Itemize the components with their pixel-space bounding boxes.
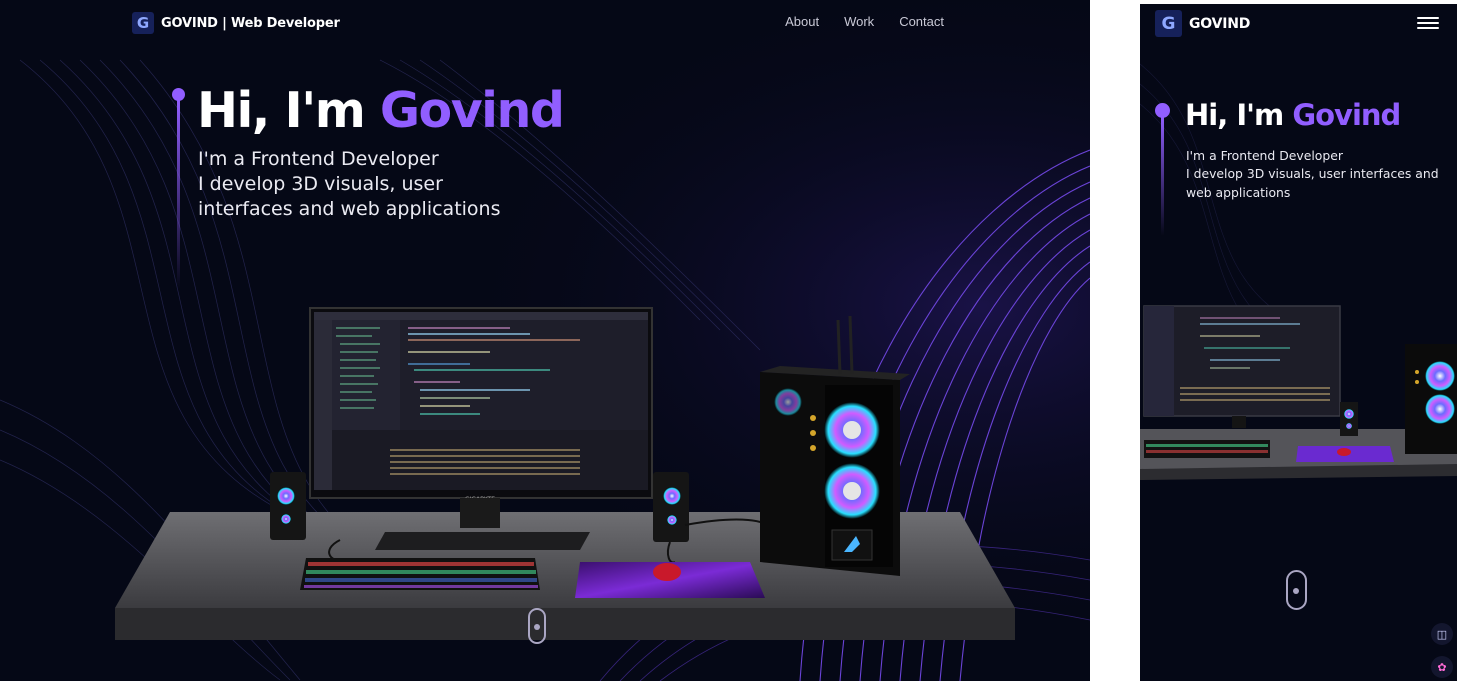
navbar: G GOVIND | Web Developer About Work Cont… xyxy=(0,0,1090,46)
hero-subtitle: I'm a Frontend Developer I develop 3D vi… xyxy=(1186,147,1439,202)
computer-desk-3d-scene[interactable] xyxy=(1140,304,1457,484)
brand-logo-link[interactable]: G GOVIND xyxy=(1155,10,1250,37)
timeline-bar xyxy=(177,99,180,289)
nav-link-contact[interactable]: Contact xyxy=(899,14,944,29)
computer-desk-3d-scene[interactable]: GIGABYTE xyxy=(110,300,1020,645)
hero-line: I'm a Frontend Developer xyxy=(1186,148,1343,163)
hero-subtitle: I'm a Frontend Developer I develop 3D vi… xyxy=(198,147,501,222)
timeline-bar xyxy=(1161,116,1164,236)
scroll-indicator[interactable] xyxy=(1286,570,1307,610)
menu-hamburger-icon[interactable] xyxy=(1417,14,1439,32)
scroll-indicator[interactable] xyxy=(528,608,546,644)
hero-line: I develop 3D visuals, user interfaces an… xyxy=(1186,166,1439,182)
brand-logo-link[interactable]: G GOVIND | Web Developer xyxy=(132,12,340,34)
nav-link-about[interactable]: About xyxy=(785,14,819,29)
logo-icon: G xyxy=(1155,10,1182,37)
scroll-knob xyxy=(534,624,540,630)
hero-line: I develop 3D visuals, user xyxy=(198,173,443,196)
hero-line: interfaces and web applications xyxy=(198,198,501,221)
hero-title: Hi, I'm Govind xyxy=(1185,98,1401,132)
logo-icon: G xyxy=(132,12,154,34)
nav-link-work[interactable]: Work xyxy=(844,14,874,29)
brain-icon[interactable]: ✿ xyxy=(1431,656,1453,678)
hero-greeting: Hi, I'm xyxy=(197,82,380,139)
brand-name: GOVIND | Web Developer xyxy=(161,15,340,31)
nav-links: About Work Contact xyxy=(785,14,944,29)
hero-greeting: Hi, I'm xyxy=(1185,98,1293,132)
hero-name: Govind xyxy=(379,82,565,139)
book-icon[interactable]: ◫ xyxy=(1431,623,1453,645)
brand-name: GOVIND xyxy=(1189,15,1251,32)
hero-line: web applications xyxy=(1186,184,1291,200)
mobile-view: G GOVIND Hi, I'm Govind I'm a Frontend D… xyxy=(1140,4,1457,681)
hero-title: Hi, I'm Govind xyxy=(197,82,565,139)
desktop-view: G GOVIND | Web Developer About Work Cont… xyxy=(0,0,1090,681)
scroll-knob xyxy=(1293,588,1299,594)
hero-line: I'm a Frontend Developer xyxy=(198,148,439,170)
hero-name: Govind xyxy=(1292,98,1401,132)
